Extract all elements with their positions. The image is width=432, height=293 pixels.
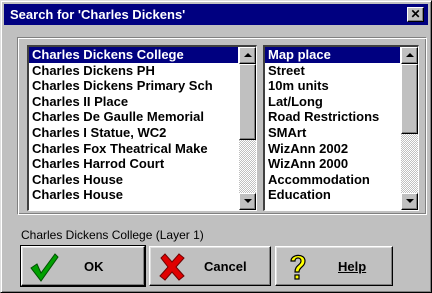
layer-list-item[interactable]: Accommodation — [265, 172, 400, 188]
layers-scrollbar[interactable] — [401, 47, 418, 210]
red-x-icon — [159, 253, 185, 281]
status-text: Charles Dickens College (Layer 1) — [21, 228, 204, 242]
result-list-item[interactable]: Charles House — [29, 187, 238, 203]
layers-scroll-thumb[interactable] — [401, 64, 418, 134]
layer-list-item[interactable]: Education — [265, 187, 400, 203]
result-list-item[interactable]: Charles Fox Theatrical Make — [29, 141, 238, 157]
up-arrow-icon — [406, 53, 414, 57]
up-arrow-icon — [244, 53, 252, 57]
layer-list-item[interactable]: Lat/Long — [265, 94, 400, 110]
layers-scroll-up-button[interactable] — [401, 47, 418, 64]
question-mark-icon — [290, 254, 306, 280]
result-list-item[interactable]: Charles I Statue, WC2 — [29, 125, 238, 141]
results-scrollbar[interactable] — [239, 47, 256, 210]
help-label: Help — [338, 259, 367, 274]
results-scroll-up-button[interactable] — [239, 47, 256, 64]
layer-list-item[interactable]: Map place — [265, 47, 400, 63]
checkmark-icon — [30, 253, 59, 282]
layers-scroll-down-button[interactable] — [401, 193, 418, 210]
result-list-item[interactable]: Charles II Place — [29, 94, 238, 110]
layer-list-item[interactable]: WizAnn 2000 — [265, 156, 400, 172]
down-arrow-icon — [244, 199, 252, 203]
layer-list-item[interactable]: Road Restrictions — [265, 109, 400, 125]
result-list-item[interactable]: Charles De Gaulle Memorial — [29, 109, 238, 125]
results-listbox[interactable]: Charles Dickens College Charles Dickens P… — [27, 45, 257, 211]
title-bar: Search for 'Charles Dickens' ✕ — [4, 4, 428, 25]
result-list-item[interactable]: Charles Harrod Court — [29, 156, 238, 172]
layers-listbox[interactable]: Map place Street 10m units Lat/Long Road Res… — [263, 45, 419, 211]
close-button[interactable]: ✕ — [407, 7, 424, 22]
result-list-item[interactable]: Charles Dickens Primary Sch — [29, 78, 238, 94]
layer-list-item[interactable]: Street — [265, 63, 400, 79]
help-button[interactable]: Help — [275, 246, 393, 286]
result-list-item[interactable]: Charles Dickens PH — [29, 63, 238, 79]
result-list-item[interactable]: Charles Dickens College — [29, 47, 238, 63]
layer-list-item[interactable]: SMArt — [265, 125, 400, 141]
result-list-item[interactable]: Charles House — [29, 172, 238, 188]
results-scroll-thumb[interactable] — [239, 64, 256, 140]
layer-list-item[interactable]: WizAnn 2002 — [265, 141, 400, 157]
cancel-button[interactable]: Cancel — [149, 246, 271, 286]
ok-button[interactable]: OK — [20, 245, 146, 287]
results-scroll-down-button[interactable] — [239, 193, 256, 210]
window-title: Search for 'Charles Dickens' — [10, 7, 186, 22]
layer-list-item[interactable]: 10m units — [265, 78, 400, 94]
search-dialog: Search for 'Charles Dickens' ✕ Charles D… — [0, 0, 432, 293]
layers-items: Map place Street 10m units Lat/Long Road Res… — [265, 47, 400, 210]
results-items: Charles Dickens College Charles Dickens P… — [29, 47, 238, 210]
ok-label: OK — [84, 259, 104, 274]
down-arrow-icon — [406, 199, 414, 203]
cancel-label: Cancel — [204, 259, 247, 274]
